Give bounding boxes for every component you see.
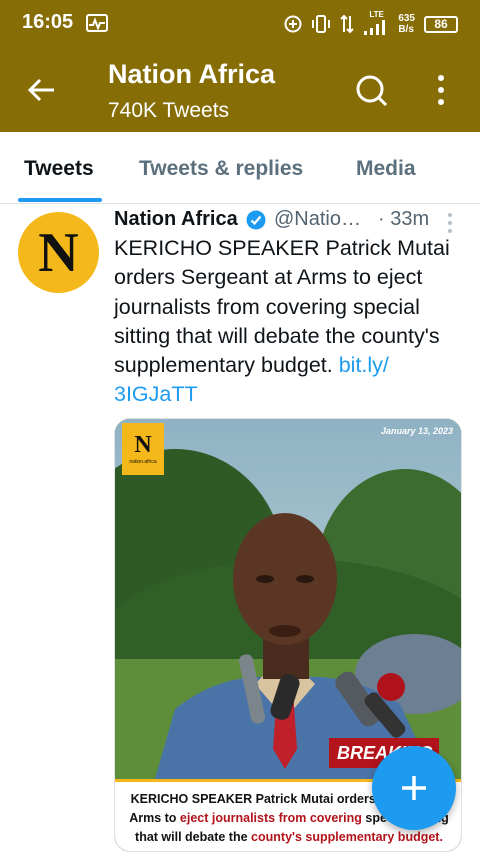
separator-dot: ·	[378, 208, 385, 230]
tweet-text-line: supplementary budget. bit.ly/	[114, 351, 464, 380]
speed-unit: B/s	[398, 24, 414, 35]
tweet-link[interactable]: bit.ly/	[339, 353, 389, 377]
network-speed: 635 B/s	[398, 13, 415, 35]
photo-date: January 13, 2023	[380, 426, 453, 436]
caption-line: that will debate the county's supplement…	[121, 828, 457, 847]
app-bar: Nation Africa 740K Tweets	[0, 48, 480, 132]
vibrate-icon	[312, 15, 331, 33]
caption-highlight: county's supplementary budget.	[251, 830, 443, 844]
tweet-text-line: orders Sergeant at Arms to eject	[114, 265, 423, 290]
add-circle-icon	[284, 15, 302, 33]
activity-icon	[86, 14, 108, 32]
network-type: LTE	[369, 10, 384, 19]
data-arrows-icon	[340, 14, 355, 34]
search-icon[interactable]	[354, 73, 388, 107]
speed-value: 635	[398, 13, 415, 24]
active-tab-indicator	[18, 198, 102, 202]
verified-badge-icon	[246, 210, 266, 230]
status-bar: 16:05 LTE 635 B/s 86	[0, 0, 480, 48]
back-arrow-icon[interactable]	[26, 74, 58, 106]
author-handle[interactable]: @Natio…	[274, 208, 361, 231]
plus-icon	[402, 776, 426, 800]
avatar-letter: N	[38, 221, 79, 284]
tweet-text-line: journalists from covering special	[114, 294, 420, 319]
profile-title: Nation Africa	[108, 59, 276, 89]
tab-tweets-and-replies[interactable]: Tweets & replies	[139, 157, 303, 181]
signal-icon: LTE	[363, 10, 389, 35]
nation-africa-logo: N nation.africa	[122, 423, 164, 475]
caption-text: Arms to	[129, 811, 180, 825]
logo-text: nation.africa	[129, 459, 157, 465]
photo-speaker	[115, 419, 461, 779]
tweet-text-line: KERICHO SPEAKER Patrick Mutai	[114, 236, 450, 260]
tab-media[interactable]: Media	[356, 157, 416, 181]
tweet-text-line: sitting that will debate the county's	[114, 323, 440, 348]
tweet-text: KERICHO SPEAKER Patrick Mutai orders Ser…	[114, 234, 464, 410]
author-name[interactable]: Nation Africa	[114, 208, 238, 231]
status-time: 16:05	[22, 11, 74, 33]
more-vertical-icon[interactable]	[430, 73, 452, 107]
battery-indicator: 86	[424, 15, 458, 33]
tweet-count: 740K Tweets	[108, 99, 230, 122]
caption-highlight: eject journalists from covering	[179, 811, 362, 825]
tweet-text-end: supplementary budget.	[114, 353, 333, 378]
caption-text: that will debate the	[135, 830, 252, 844]
avatar[interactable]: N	[18, 212, 99, 293]
logo-letter: N	[134, 432, 152, 458]
tweet-options-icon[interactable]	[446, 212, 454, 234]
tweet-link-continued[interactable]: 3IGJaTT	[114, 382, 198, 406]
time-ago: 33m	[390, 208, 430, 230]
profile-tabs: Tweets Tweets & replies Media	[0, 132, 480, 204]
compose-tweet-button[interactable]	[372, 746, 456, 830]
tab-tweets[interactable]: Tweets	[24, 157, 94, 181]
tweet-time: · 33m	[378, 208, 429, 231]
